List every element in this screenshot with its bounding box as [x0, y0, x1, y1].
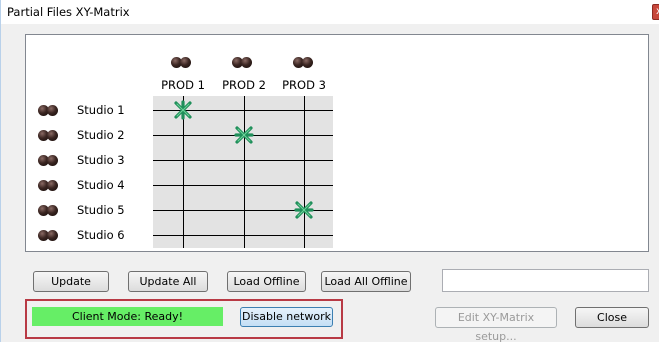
connection-studio-1-prod-1-icon[interactable]	[173, 100, 193, 120]
column-label-prod-1: PROD 1	[161, 78, 205, 92]
load-all-offline-button[interactable]: Load All Offline	[321, 271, 411, 292]
close-button[interactable]: Close	[575, 307, 649, 328]
row-label-studio-6: Studio 6	[77, 228, 125, 242]
grid-column-line	[304, 96, 305, 248]
connection-studio-5-prod-3-icon[interactable]	[294, 200, 314, 220]
grid-row-line	[153, 185, 333, 186]
studio-1-node-icon[interactable]	[38, 105, 60, 117]
load-offline-button[interactable]: Load Offline	[227, 271, 306, 292]
studio-5-node-icon[interactable]	[38, 205, 60, 217]
row-label-studio-4: Studio 4	[77, 178, 125, 192]
disable-network-button[interactable]: Disable network	[240, 307, 333, 327]
grid-row-line	[153, 160, 333, 161]
info-field[interactable]	[442, 269, 649, 292]
row-label-studio-5: Studio 5	[77, 203, 125, 217]
row-label-studio-2: Studio 2	[77, 128, 125, 142]
window-title: Partial Files XY-Matrix	[7, 5, 130, 19]
studio-6-node-icon[interactable]	[38, 230, 60, 242]
studio-3-node-icon[interactable]	[38, 155, 60, 167]
grid-row-line	[153, 235, 333, 236]
prod-1-node-icon[interactable]	[171, 57, 193, 69]
grid-column-line	[244, 96, 245, 248]
matrix-panel	[25, 34, 649, 252]
studio-2-node-icon[interactable]	[38, 130, 60, 142]
xy-matrix-window: Partial Files XY-Matrix x PROD 1 PROD 2 …	[0, 0, 659, 342]
connection-studio-2-prod-2-icon[interactable]	[234, 125, 254, 145]
edit-xy-matrix-setup-button[interactable]: Edit XY-Matrix setup...	[435, 307, 557, 342]
column-label-prod-3: PROD 3	[282, 78, 326, 92]
prod-2-node-icon[interactable]	[232, 57, 254, 69]
prod-3-node-icon[interactable]	[293, 57, 315, 69]
row-label-studio-3: Studio 3	[77, 153, 125, 167]
close-window-button[interactable]: x	[652, 4, 659, 20]
update-all-button[interactable]: Update All	[128, 271, 208, 292]
row-label-studio-1: Studio 1	[77, 103, 125, 117]
client-mode-status: Client Mode: Ready!	[32, 307, 223, 326]
studio-4-node-icon[interactable]	[38, 180, 60, 192]
column-label-prod-2: PROD 2	[222, 78, 266, 92]
title-bar: Partial Files XY-Matrix x	[1, 0, 659, 24]
update-button[interactable]: Update	[33, 271, 109, 292]
